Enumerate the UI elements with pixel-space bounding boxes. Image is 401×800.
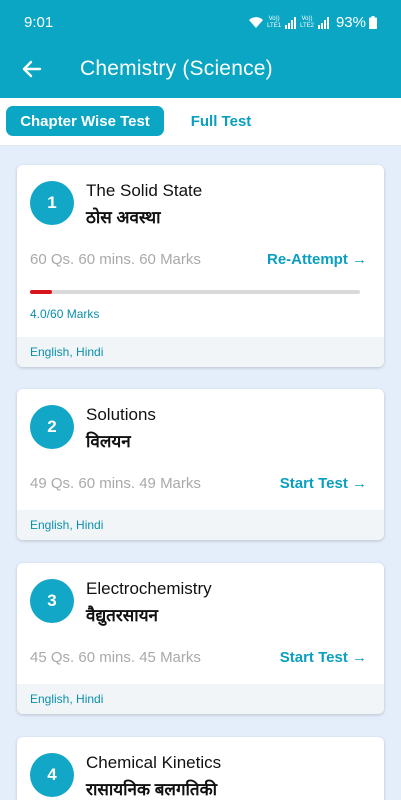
chapter-name-english: The Solid State: [86, 181, 203, 200]
tab-chapter-wise-test[interactable]: Chapter Wise Test: [6, 106, 164, 136]
sim2-label: Vo)) LTE2: [300, 15, 314, 29]
chapter-number-badge: 1: [30, 181, 74, 225]
chapter-name-english: Electrochemistry: [86, 579, 212, 598]
languages-text: English, Hindi: [30, 692, 104, 706]
chapter-name-hindi: रासायनिक बलगतिकी: [86, 780, 218, 799]
score-progress-bar: [30, 290, 360, 294]
chapter-card[interactable]: 4 Chemical Kinetics रासायनिक बलगतिकी: [17, 737, 384, 800]
languages-text: English, Hindi: [30, 518, 104, 532]
start-test-button[interactable]: Start Test →: [280, 475, 367, 492]
status-time: 9:01: [24, 14, 54, 31]
tab-full-test[interactable]: Full Test: [176, 106, 266, 136]
tab-bar: Chapter Wise Test Full Test: [0, 98, 401, 146]
chapter-name-hindi: विलयन: [86, 432, 131, 451]
system-icons: Vo)) LTE1 Vo)) LTE2 93%: [248, 14, 377, 31]
chapter-card[interactable]: 2 Solutions विलयन 49 Qs. 60 mins. 49 Mar…: [17, 389, 384, 540]
chapter-number-badge: 3: [30, 579, 74, 623]
language-bar: English, Hindi: [17, 337, 384, 367]
sim1-label: Vo)) LTE1: [267, 15, 282, 29]
score-progress-fill: [30, 290, 52, 294]
languages-text: English, Hindi: [30, 345, 104, 359]
chapter-card[interactable]: 3 Electrochemistry वैद्युतरसायन 45 Qs. 6…: [17, 563, 384, 714]
chapter-name-english: Solutions: [86, 405, 156, 424]
test-details: 49 Qs. 60 mins. 49 Marks: [30, 475, 201, 492]
battery-percent: 93%: [335, 14, 366, 31]
wifi-icon: [249, 17, 264, 28]
chapter-number-badge: 4: [30, 753, 74, 797]
chapter-number-badge: 2: [30, 405, 74, 449]
signal-1-icon: [285, 16, 297, 29]
arrow-left-icon: [22, 60, 42, 78]
test-details: 45 Qs. 60 mins. 45 Marks: [30, 649, 201, 666]
start-test-button[interactable]: Start Test →: [280, 649, 367, 666]
status-bar: 9:01 Vo)) LTE1 Vo)) LTE2 93%: [0, 0, 401, 44]
back-button[interactable]: [18, 55, 46, 83]
chapter-name-english: Chemical Kinetics: [86, 753, 222, 772]
app-header: 9:01 Vo)) LTE1 Vo)) LTE2 93% Chemistry (…: [0, 0, 401, 98]
language-bar: English, Hindi: [17, 510, 384, 540]
signal-2-icon: [317, 16, 329, 29]
re-attempt-button[interactable]: Re-Attempt →: [267, 251, 367, 268]
chapter-name-hindi: वैद्युतरसायन: [86, 606, 158, 625]
language-bar: English, Hindi: [17, 684, 384, 714]
battery-icon: [369, 16, 377, 29]
chapter-name-hindi: ठोस अवस्था: [86, 208, 161, 227]
chapter-card[interactable]: 1 The Solid State ठोस अवस्था 60 Qs. 60 m…: [17, 165, 384, 367]
test-details: 60 Qs. 60 mins. 60 Marks: [30, 251, 201, 268]
page-title: Chemistry (Science): [80, 57, 273, 80]
score-text: 4.0/60 Marks: [30, 307, 100, 321]
